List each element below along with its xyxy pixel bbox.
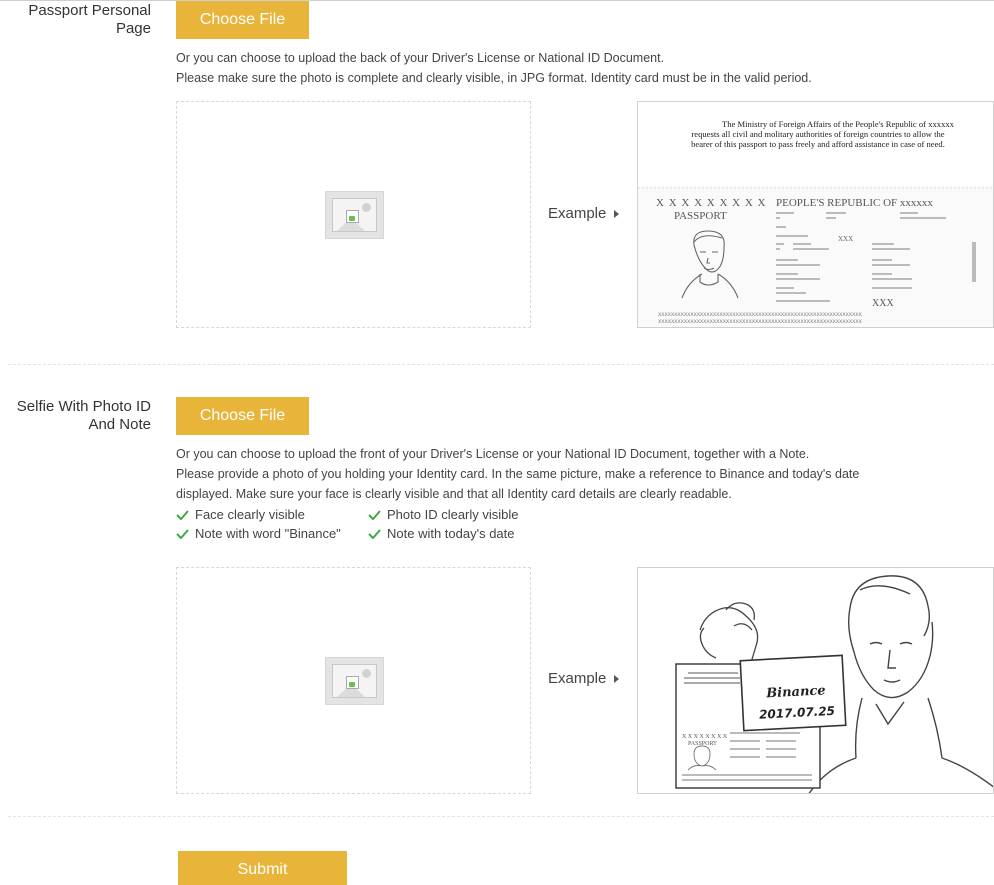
passport-label-line1: Passport Personal	[28, 2, 151, 19]
selfie-hint-line3: displayed. Make sure your face is clearl…	[176, 487, 732, 501]
passport-mrz-line2: XXXXXXXXXXXXXXXXXXXXXXXXXXXXXXXXXXXXXXXX…	[658, 319, 863, 325]
passport-example-text: Example	[548, 205, 607, 222]
caret-right-icon	[614, 674, 620, 683]
passport-sample-illustration: The Ministry of Foreign Affairs of the P…	[638, 102, 993, 327]
passport-example-image: The Ministry of Foreign Affairs of the P…	[637, 101, 994, 328]
passport-republic: PEOPLE'S REPUBLIC OF xxxxxx	[776, 197, 933, 209]
passport-ministry-line1: The Ministry of Foreign Affairs of the P…	[722, 119, 955, 129]
broken-image-icon	[346, 210, 359, 223]
passport-choose-file-button[interactable]: Choose File	[176, 1, 309, 39]
passport-field-a: XXX	[838, 235, 853, 243]
caret-right-icon	[614, 209, 620, 218]
selfie-hint-line1: Or you can choose to upload the front of…	[176, 447, 810, 461]
selfie-example-label: Example	[548, 670, 620, 687]
requirement-note-date: Note with today's date	[368, 526, 515, 541]
passport-field-b: XXX	[872, 298, 894, 309]
checkmark-icon	[368, 509, 381, 520]
passport-ministry-line2: requests all civil and molitary authorit…	[691, 129, 944, 139]
selfie-example-text: Example	[548, 670, 607, 687]
selfie-requirements-list: Face clearly visible Photo ID clearly vi…	[176, 505, 519, 543]
passport-section-label: Passport Personal Page	[28, 2, 151, 38]
broken-image-icon	[346, 676, 359, 689]
requirement-note-word-text: Note with word "Binance"	[195, 526, 341, 541]
requirement-photo-id: Photo ID clearly visible	[368, 507, 519, 522]
requirement-note-date-text: Note with today's date	[387, 526, 515, 541]
selfie-label-line1: Selfie With Photo ID	[16, 398, 151, 415]
note-word: Binance	[765, 683, 826, 701]
checkmark-icon	[176, 528, 189, 539]
passport-mrz-line1: XXXXXXXXXXXXXXXXXXXXXXXXXXXXXXXXXXXXXXXX…	[658, 312, 863, 318]
submit-button[interactable]: Submit	[178, 851, 347, 885]
image-placeholder-icon	[325, 657, 384, 705]
mini-code-row: X X X X X X X X	[682, 734, 728, 740]
requirement-face: Face clearly visible	[176, 507, 368, 522]
requirement-note-word: Note with word "Binance"	[176, 526, 368, 541]
passport-hint-line1: Or you can choose to upload the back of …	[176, 51, 665, 65]
passport-hint-line2: Please make sure the photo is complete a…	[176, 71, 812, 85]
selfie-hint: Or you can choose to upload the front of…	[176, 444, 859, 504]
requirement-face-text: Face clearly visible	[195, 507, 305, 522]
passport-code-row: X X X X X X X X X	[656, 197, 767, 209]
passport-label-line2: Page	[115, 20, 151, 37]
selfie-upload-dropzone[interactable]	[176, 567, 531, 794]
selfie-choose-file-button[interactable]: Choose File	[176, 397, 309, 435]
checkmark-icon	[368, 528, 381, 539]
passport-upload-dropzone[interactable]	[176, 101, 531, 328]
selfie-section-label: Selfie With Photo ID And Note	[17, 398, 151, 434]
passport-word: PASSPORT	[674, 210, 727, 222]
image-placeholder-icon	[325, 191, 384, 239]
passport-hint: Or you can choose to upload the back of …	[176, 48, 812, 88]
selfie-sample-illustration: X X X X X X X X PASSPORT Binance 2017.07…	[638, 568, 993, 793]
binance-note: Binance 2017.07.25	[739, 654, 847, 732]
section-divider	[8, 816, 994, 817]
selfie-hint-line2: Please provide a photo of you holding yo…	[176, 467, 860, 481]
top-divider	[0, 0, 994, 1]
section-divider	[8, 364, 994, 365]
requirement-photo-id-text: Photo ID clearly visible	[387, 507, 519, 522]
passport-example-label: Example	[548, 205, 620, 222]
checkmark-icon	[176, 509, 189, 520]
selfie-label-line2: And Note	[88, 416, 151, 433]
passport-ministry-line3: bearer of this passport to pass freely a…	[691, 139, 945, 149]
selfie-example-image: X X X X X X X X PASSPORT Binance 2017.07…	[637, 567, 994, 794]
